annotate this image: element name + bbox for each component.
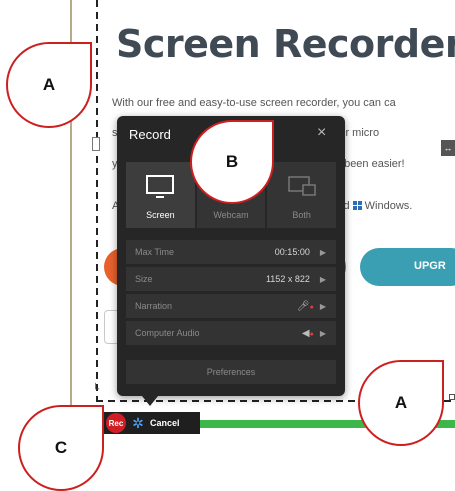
setting-computer-audio[interactable]: Computer Audio ◀● ▶ [126,321,336,345]
windows-icon [352,201,362,210]
callout-b: B [190,120,274,204]
capture-frame-left-edge[interactable] [96,0,98,400]
upgrade-button[interactable]: UPGR [360,248,455,286]
rec-button[interactable]: Rec [106,413,126,433]
callout-a-top: A [6,42,92,128]
resize-handle-left[interactable] [92,137,100,151]
setting-value: 1152 x 822 [265,274,310,284]
mode-label: Webcam [213,210,249,220]
chevron-right-icon: ▶ [319,328,326,338]
setting-size[interactable]: Size 1152 x 822 ▶ [126,267,336,291]
setting-label: Size [135,274,153,284]
microphone-icon: 🎤︎● [296,300,314,312]
chevron-right-icon: ▶ [319,247,326,257]
close-icon[interactable]: × [317,124,326,142]
setting-value: 00:15:00 [274,247,310,257]
mode-label: Both [292,210,311,220]
callout-a-bottom: A [358,360,444,446]
setting-label: Computer Audio [135,328,200,338]
setting-narration[interactable]: Narration 🎤︎● ▶ [126,294,336,318]
mode-both[interactable]: Both [267,162,337,228]
settings-list: Max Time 00:15:00 ▶ Size 1152 x 822 ▶ Na… [126,240,336,348]
monitor-icon [146,175,175,198]
setting-max-time[interactable]: Max Time 00:15:00 ▶ [126,240,336,264]
chevron-right-icon: ▶ [319,301,326,311]
gear-icon[interactable]: ✲ [130,416,146,430]
callout-c: C [18,405,104,491]
recording-toolbar: Rec ✲ Cancel [104,412,200,434]
resize-handle-right[interactable]: ↔ [441,140,455,156]
panel-pointer [142,396,158,406]
resize-handle-bottom[interactable] [449,394,455,400]
setting-label: Narration [135,301,173,311]
page-title: Screen Recorder [116,22,455,66]
panel-title: Record [129,127,171,142]
both-icon [287,176,316,196]
cancel-button[interactable]: Cancel [150,418,180,428]
corner-handle-icon[interactable]: └ [92,384,99,395]
speaker-icon: ◀● [301,327,314,339]
mode-label: Screen [146,210,175,220]
setting-label: Max Time [135,247,175,257]
chevron-right-icon: ▶ [319,274,326,284]
body-text-line: With our free and easy-to-use screen rec… [112,97,396,109]
mode-screen[interactable]: Screen [126,162,195,228]
preferences-button[interactable]: Preferences [126,360,336,384]
